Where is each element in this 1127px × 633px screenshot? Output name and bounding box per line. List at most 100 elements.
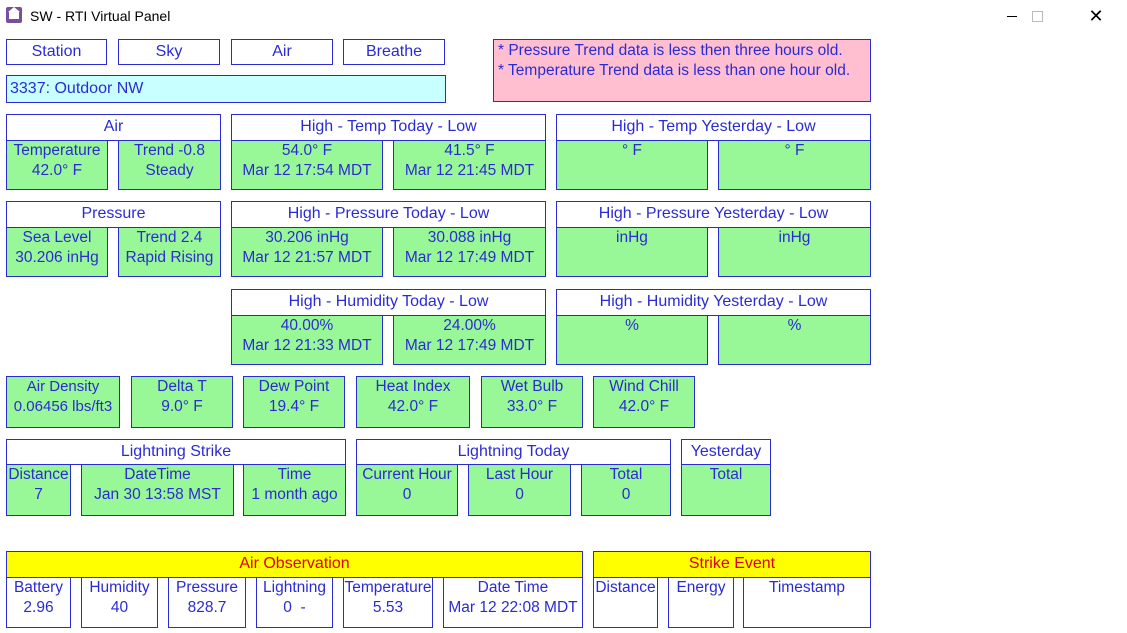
- cell-value: Steady: [145, 162, 194, 179]
- obs-humidity-cell: Humidity 40: [81, 577, 158, 628]
- lightning-today-total-cell: Total 0: [581, 464, 671, 516]
- air-button[interactable]: Air: [231, 39, 333, 65]
- cell-value: 33.0° F: [506, 398, 558, 415]
- event-energy-cell: Energy: [668, 577, 734, 628]
- cell-label: Trend 2.4: [136, 229, 203, 246]
- obs-lightning-cell: Lightning 0 -: [256, 577, 333, 628]
- humidity-today-low-cell: 24.00% Mar 12 17:49 MDT: [393, 315, 546, 365]
- cell-time: Mar 12 21:45 MDT: [404, 162, 535, 179]
- cell-value: ° F: [622, 142, 642, 159]
- strike-distance-cell: Distance 7: [6, 464, 71, 516]
- cell-value: 24.00%: [443, 317, 496, 334]
- cell-value: 0: [621, 486, 631, 503]
- humidity-yesterday-high-cell: %: [556, 315, 708, 365]
- cell-time: Mar 12 17:49 MDT: [404, 337, 535, 354]
- cell-label: Energy: [676, 579, 726, 596]
- sky-button[interactable]: Sky: [118, 39, 220, 65]
- event-distance-cell: Distance: [593, 577, 658, 628]
- cell-value: 30.088 inHg: [427, 229, 512, 246]
- temp-today-header: High - Temp Today - Low: [231, 114, 546, 141]
- heat-index-cell: Heat Index 42.0° F: [356, 376, 470, 428]
- cell-value: 42.0° F: [618, 398, 670, 415]
- lightning-current-hour-cell: Current Hour 0: [356, 464, 458, 516]
- breathe-button[interactable]: Breathe: [343, 39, 445, 65]
- cell-time: Mar 12 21:33 MDT: [242, 337, 372, 354]
- cell-label: Wind Chill: [609, 378, 679, 395]
- cell-value: 2.96: [23, 599, 54, 616]
- cell-value: inHg: [778, 229, 811, 246]
- cell-value: 42.0° F: [31, 162, 83, 179]
- event-timestamp-cell: Timestamp: [743, 577, 871, 628]
- cell-label: Lightning: [263, 579, 326, 596]
- obs-battery-cell: Battery 2.96: [6, 577, 71, 628]
- cell-value: ° F: [784, 142, 805, 159]
- pressure-header: Pressure: [6, 201, 221, 228]
- temp-yesterday-high-cell: ° F: [556, 140, 708, 190]
- cell-label: Date Time: [477, 579, 549, 596]
- humidity-yesterday-header: High - Humidity Yesterday - Low: [556, 289, 871, 316]
- cell-value: 40: [110, 599, 129, 616]
- maximize-button[interactable]: [1014, 0, 1060, 33]
- cell-value: 7: [34, 486, 43, 503]
- cell-label: Air Density: [26, 378, 100, 395]
- cell-value: 5.53: [372, 599, 404, 616]
- cell-value: 41.5° F: [444, 142, 495, 159]
- cell-label: Wet Bulb: [500, 378, 564, 395]
- cell-value: 40.00%: [280, 317, 334, 334]
- cell-value: 9.0° F: [161, 398, 203, 415]
- pressure-today-low-cell: 30.088 inHg Mar 12 17:49 MDT: [393, 227, 546, 277]
- cell-value: 1 month ago: [251, 486, 338, 503]
- lightning-today-header: Lightning Today: [356, 439, 671, 465]
- strike-event-header: Strike Event: [593, 551, 871, 578]
- cell-value: 30.206 inHg: [15, 249, 99, 266]
- cell-value: Rapid Rising: [125, 249, 214, 266]
- pressure-today-header: High - Pressure Today - Low: [231, 201, 546, 228]
- cell-label: Delta T: [157, 378, 207, 395]
- cell-value: inHg: [616, 229, 648, 246]
- cell-label: Heat Index: [375, 378, 451, 395]
- obs-datetime-cell: Date Time Mar 12 22:08 MDT: [443, 577, 583, 628]
- pressure-yesterday-high-cell: inHg: [556, 227, 708, 277]
- temp-today-low-cell: 41.5° F Mar 12 21:45 MDT: [393, 140, 546, 190]
- cell-time: Mar 12 17:54 MDT: [242, 162, 372, 179]
- cell-value: 0 -: [283, 599, 306, 616]
- pressure-trend-cell: Trend 2.4 Rapid Rising: [118, 227, 221, 277]
- cell-label: Current Hour: [362, 466, 452, 483]
- lightning-yesterday-header: Yesterday: [681, 439, 771, 465]
- cell-label: Timestamp: [768, 579, 846, 596]
- cell-value: %: [787, 317, 802, 334]
- cell-value: 0: [515, 486, 524, 503]
- obs-temperature-cell: Temperature 5.53: [343, 577, 433, 628]
- dew-point-cell: Dew Point 19.4° F: [243, 376, 345, 428]
- cell-value: 30.206 inHg: [265, 229, 349, 246]
- cell-label: Dew Point: [258, 378, 330, 395]
- cell-label: Pressure: [175, 579, 239, 596]
- wet-bulb-cell: Wet Bulb 33.0° F: [481, 376, 583, 428]
- app-home-icon: [6, 7, 22, 23]
- delta-t-cell: Delta T 9.0° F: [131, 376, 233, 428]
- pressure-yesterday-low-cell: inHg: [718, 227, 871, 277]
- temp-yesterday-low-cell: ° F: [718, 140, 871, 190]
- cell-time: Mar 12 21:57 MDT: [242, 249, 372, 266]
- humidity-today-header: High - Humidity Today - Low: [231, 289, 546, 316]
- lightning-strike-header: Lightning Strike: [6, 439, 346, 465]
- cell-label: Distance: [8, 466, 69, 483]
- trend-notice: * Pressure Trend data is less then three…: [493, 39, 871, 102]
- strike-datetime-cell: DateTime Jan 30 13:58 MST: [81, 464, 234, 516]
- cell-label: Temperature: [13, 142, 101, 159]
- device-selector[interactable]: 3337: Outdoor NW: [6, 75, 446, 103]
- air-header: Air: [6, 114, 221, 141]
- window-title: SW - RTI Virtual Panel: [30, 8, 171, 24]
- cell-label: Temperature: [344, 579, 432, 596]
- cell-time: Mar 12 17:49 MDT: [404, 249, 535, 266]
- humidity-today-high-cell: 40.00% Mar 12 21:33 MDT: [231, 315, 383, 365]
- close-button[interactable]: ✕: [1073, 0, 1119, 33]
- cell-value: 19.4° F: [268, 398, 320, 415]
- cell-value: 54.0° F: [281, 142, 333, 159]
- cell-label: DateTime: [124, 466, 191, 483]
- cell-label: Battery: [13, 579, 64, 596]
- station-button[interactable]: Station: [6, 39, 107, 65]
- air-density-cell: Air Density 0.06456 lbs/ft3: [6, 376, 120, 428]
- cell-label: Trend -0.8: [134, 142, 205, 159]
- lightning-yesterday-total-cell: Total: [681, 464, 771, 516]
